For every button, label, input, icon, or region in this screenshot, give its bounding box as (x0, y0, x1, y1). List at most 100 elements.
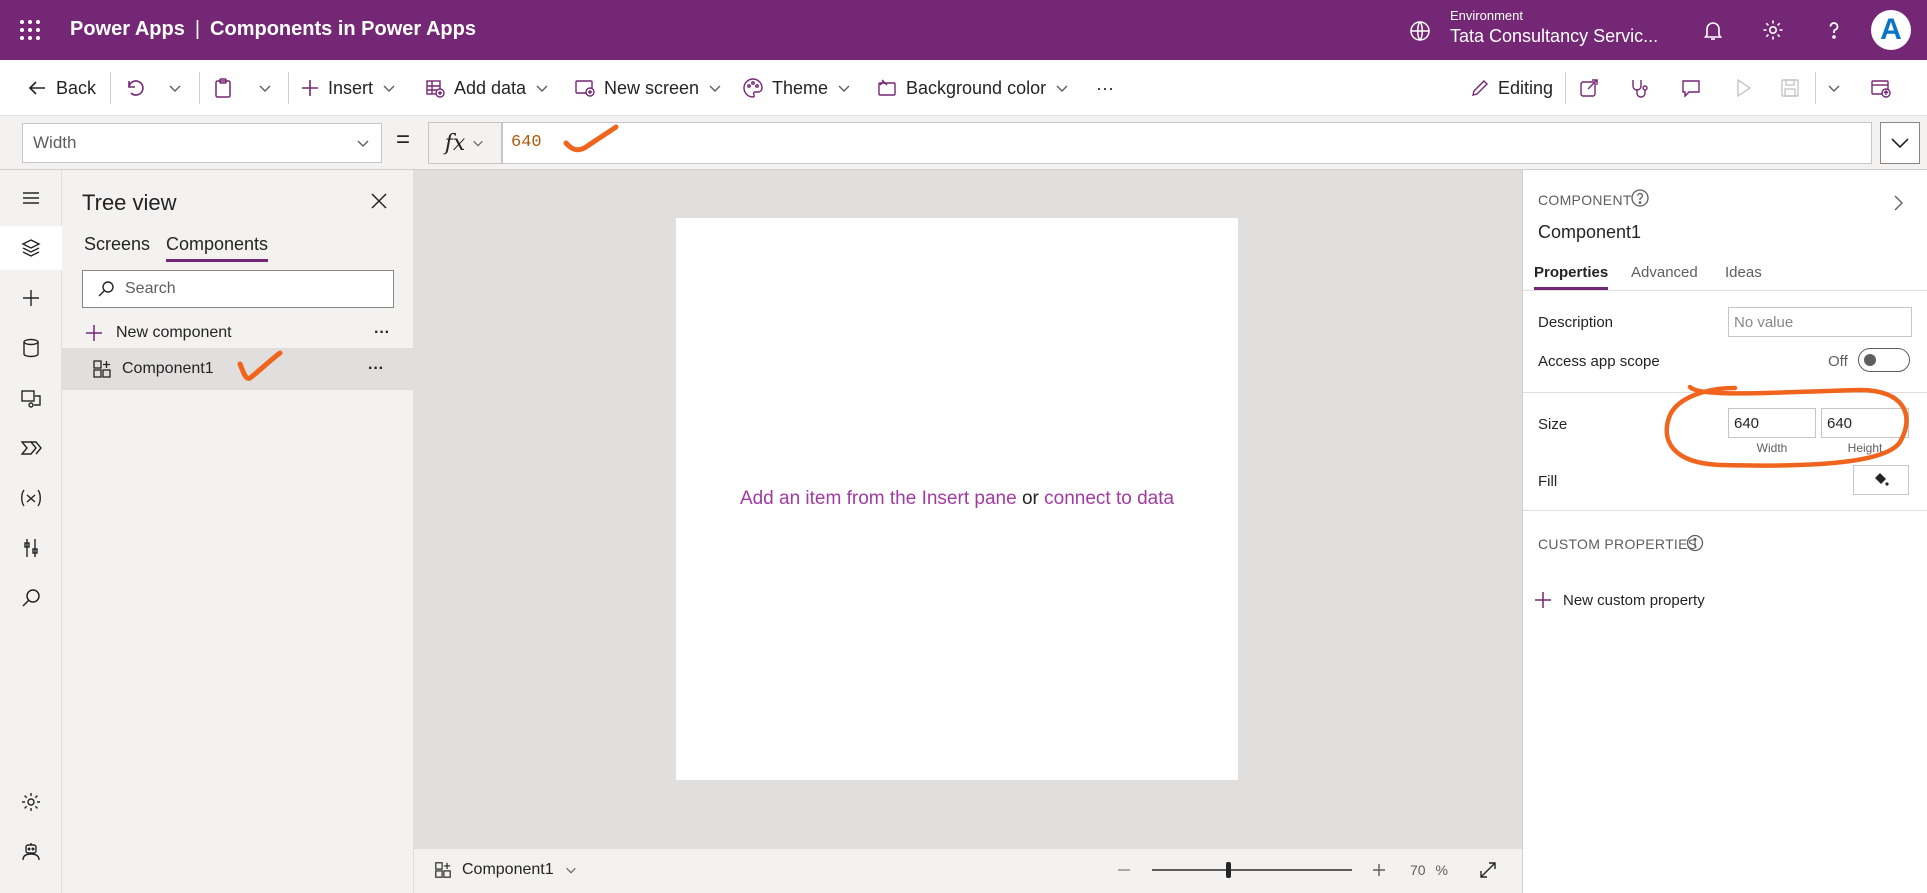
app-launcher-icon[interactable] (18, 18, 42, 42)
section-divider (1523, 510, 1927, 511)
save-button[interactable] (1779, 74, 1801, 102)
tree-item-component1[interactable]: Component1 ··· (62, 348, 414, 390)
property-value: Width (33, 133, 77, 152)
share-button[interactable] (1578, 74, 1600, 102)
chevron-down-icon (473, 140, 484, 147)
preview-button[interactable] (1732, 74, 1754, 102)
share-icon (1580, 79, 1598, 97)
power-automate-icon[interactable] (0, 426, 62, 470)
new-component-more-button[interactable]: ··· (374, 324, 390, 342)
advanced-tools-icon[interactable] (0, 526, 62, 570)
new-component-button[interactable]: New component ··· (84, 316, 398, 350)
section-divider (1523, 392, 1927, 393)
component-canvas[interactable]: Add an item from the Insert pane or conn… (676, 218, 1238, 780)
paste-button[interactable] (212, 74, 234, 102)
user-avatar[interactable]: A (1871, 10, 1911, 50)
close-icon[interactable] (370, 192, 388, 210)
comments-button[interactable] (1680, 74, 1702, 102)
app-name[interactable]: Power Apps (70, 18, 185, 40)
insert-icon[interactable] (0, 276, 62, 320)
new-custom-property-button[interactable]: New custom property (1533, 590, 1705, 610)
fill-label: Fill (1538, 473, 1558, 490)
expand-formula-button[interactable] (1880, 122, 1920, 164)
settings-icon[interactable] (0, 780, 62, 824)
theme-button[interactable]: Theme (742, 74, 852, 102)
plus-icon (1535, 592, 1551, 608)
back-arrow-icon (28, 81, 45, 95)
publish-button[interactable] (1870, 74, 1892, 102)
formula-bar: Width = fx 640 (0, 116, 1927, 170)
zoom-slider[interactable] (1152, 858, 1352, 882)
component-section-label: COMPONENT (1538, 192, 1632, 208)
tree-item-more-button[interactable]: ··· (368, 360, 384, 378)
environment-value[interactable]: Tata Consultancy Servic... (1450, 26, 1660, 47)
connect-data-link[interactable]: connect to data (1044, 488, 1174, 509)
chevron-down-icon (357, 140, 369, 147)
tab-advanced[interactable]: Advanced (1631, 264, 1698, 287)
notifications-icon[interactable] (1701, 18, 1725, 42)
info-icon[interactable] (1686, 534, 1704, 552)
empty-canvas-hint: Add an item from the Insert pane or conn… (676, 488, 1238, 510)
width-input[interactable]: 640 (1728, 408, 1816, 438)
collapse-pane-icon[interactable] (1889, 194, 1907, 212)
tab-screens[interactable]: Screens (84, 234, 150, 259)
zoom-out-button[interactable] (1116, 862, 1132, 878)
help-icon[interactable] (1630, 188, 1650, 208)
more-commands-button[interactable]: ··· (1096, 74, 1114, 102)
media-icon[interactable] (0, 376, 62, 420)
formula-input[interactable]: 640 (502, 122, 1872, 164)
zoom-unit: % (1435, 862, 1448, 878)
environment-label: Environment (1450, 8, 1523, 23)
screen-selector[interactable]: Component1 (434, 861, 578, 879)
description-input[interactable]: No value (1728, 307, 1912, 337)
fit-to-window-icon[interactable] (1478, 860, 1498, 880)
tab-ideas[interactable]: Ideas (1725, 264, 1762, 287)
access-scope-label: Access app scope (1538, 353, 1660, 370)
tree-search-input[interactable]: Search (82, 270, 394, 308)
chevron-down-icon (709, 85, 721, 92)
component-name[interactable]: Component1 (1538, 222, 1641, 243)
tree-view-title: Tree view (82, 190, 177, 215)
comment-icon (1682, 80, 1700, 98)
save-dropdown[interactable] (1826, 74, 1842, 102)
tree-view-icon[interactable] (0, 226, 62, 270)
help-icon[interactable] (1822, 18, 1846, 42)
palette-icon (743, 78, 763, 98)
environment-icon[interactable] (1408, 19, 1432, 43)
new-screen-label: New screen (604, 77, 700, 98)
zoom-slider-thumb[interactable] (1226, 862, 1231, 878)
new-custom-property-label: New custom property (1563, 591, 1705, 609)
chevron-down-icon (1056, 85, 1068, 92)
variables-icon[interactable] (0, 476, 62, 520)
fill-color-picker[interactable] (1853, 465, 1909, 495)
menu-icon[interactable] (0, 176, 62, 220)
back-button[interactable]: Back (26, 74, 96, 102)
access-scope-toggle[interactable] (1858, 348, 1910, 372)
background-color-button[interactable]: Background color (876, 74, 1070, 102)
tab-components[interactable]: Components (166, 234, 269, 262)
property-dropdown[interactable]: Width (22, 123, 382, 163)
app-checker-button[interactable] (1628, 74, 1650, 102)
tree-item-label: Component1 (122, 360, 214, 377)
insert-pane-link[interactable]: Add an item from the Insert pane (740, 488, 1017, 509)
equals-sign: = (396, 126, 411, 153)
insert-button[interactable]: Insert (300, 74, 397, 102)
undo-button[interactable] (123, 74, 145, 102)
fx-button[interactable]: fx (428, 122, 502, 164)
zoom-in-button[interactable] (1371, 862, 1387, 878)
search-icon[interactable] (0, 576, 62, 620)
editing-button[interactable]: Editing (1470, 74, 1553, 102)
virtual-agent-icon[interactable] (0, 830, 62, 874)
height-input[interactable]: 640 (1821, 408, 1909, 438)
save-icon (1781, 79, 1799, 97)
undo-dropdown[interactable] (167, 74, 183, 102)
paste-dropdown[interactable] (257, 74, 273, 102)
settings-icon[interactable] (1761, 18, 1785, 42)
data-icon[interactable] (0, 326, 62, 370)
plus-icon (302, 80, 318, 96)
add-data-button[interactable]: Add data (424, 74, 550, 102)
new-screen-button[interactable]: New screen (574, 74, 723, 102)
pencil-icon (1472, 80, 1488, 96)
tab-properties[interactable]: Properties (1534, 264, 1609, 290)
hint-or-text: or (1021, 488, 1039, 509)
